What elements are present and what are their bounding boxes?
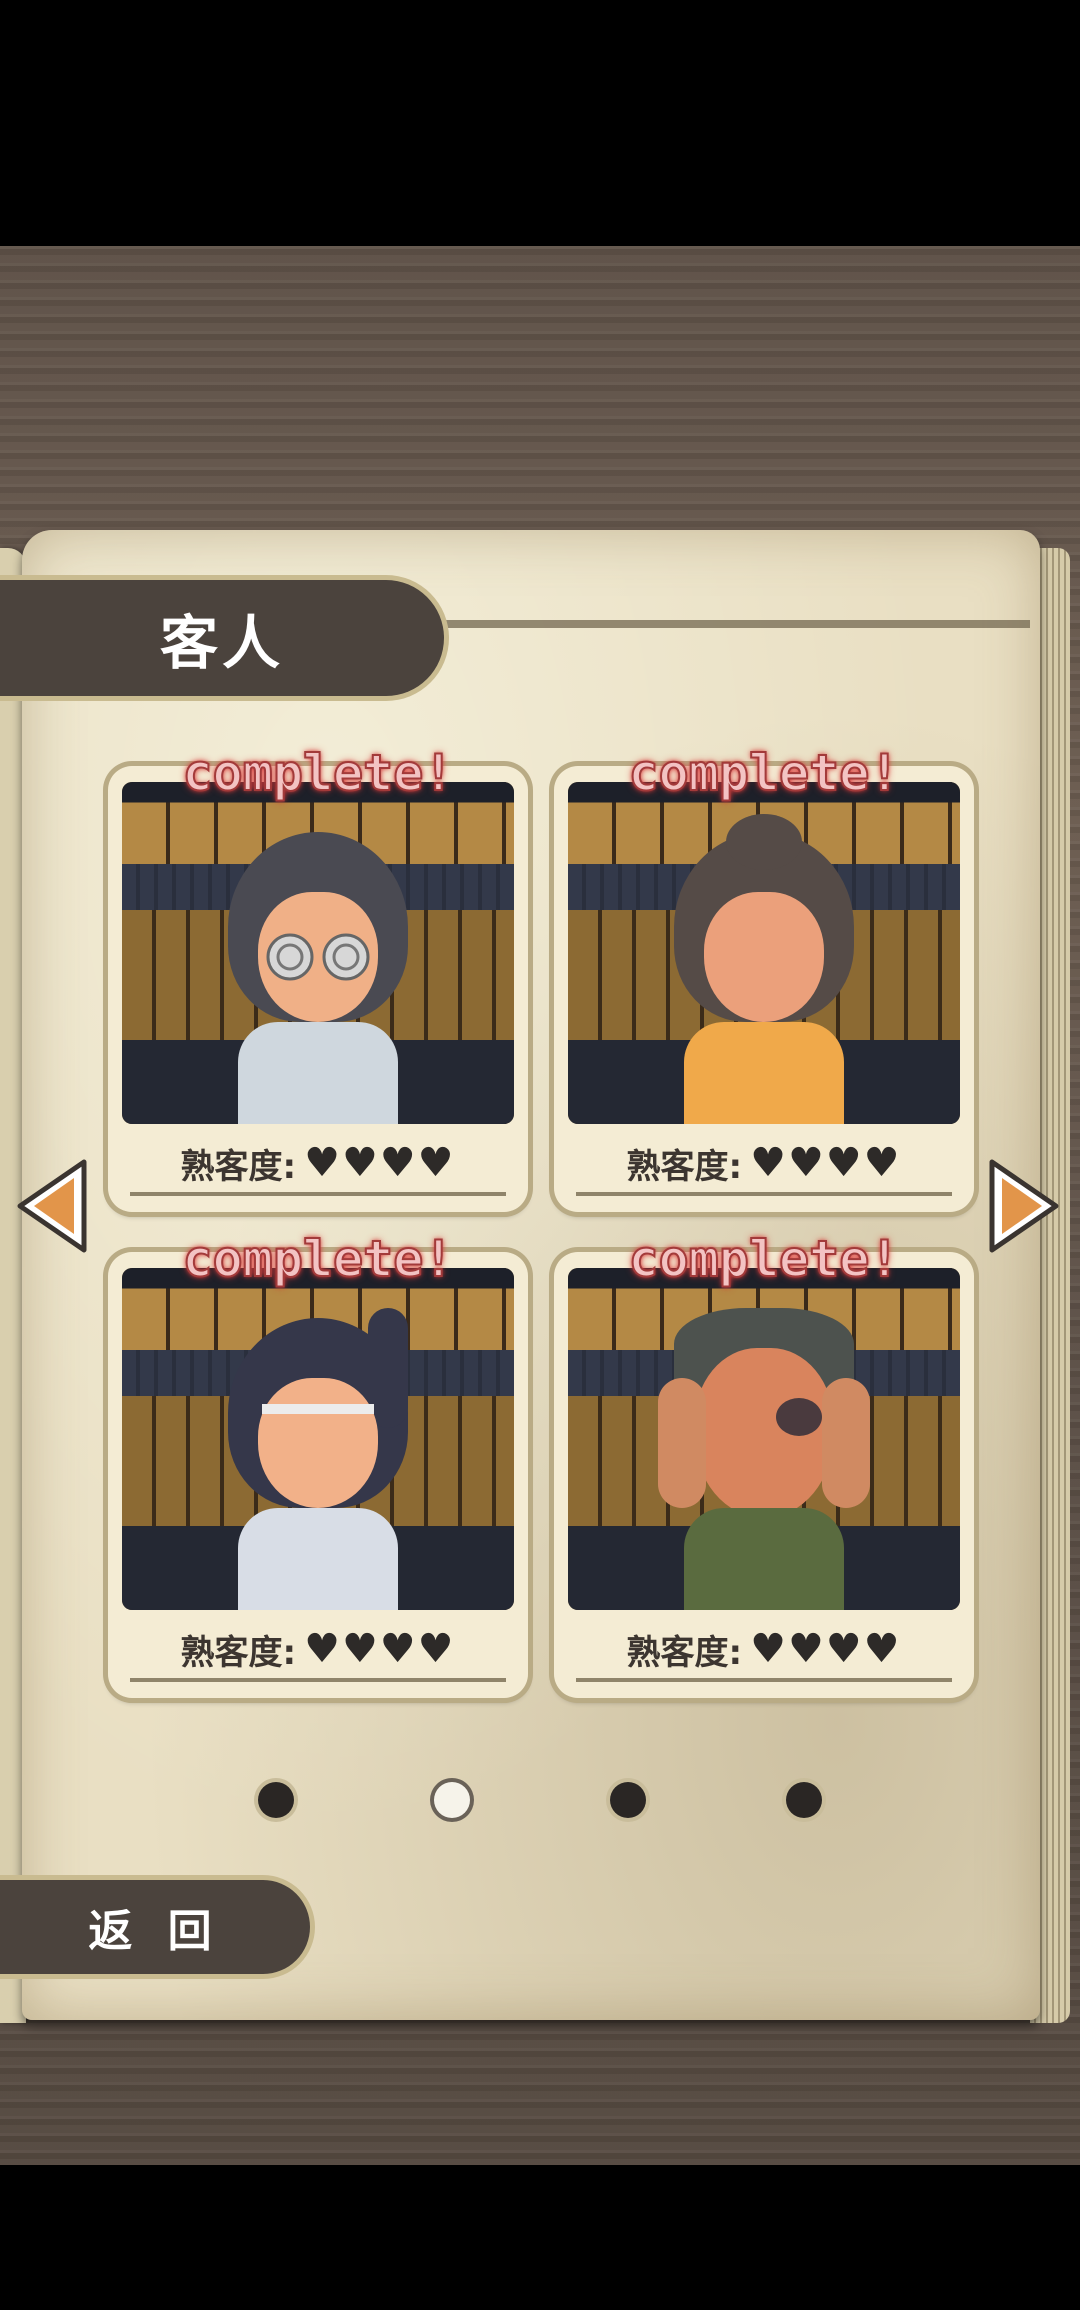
- customer-card-2[interactable]: complete! 熟客度: ♥♥♥♥: [554, 743, 974, 1212]
- familiarity-label: 熟客度:: [180, 1146, 297, 1187]
- page-indicator: [0, 1782, 1080, 1822]
- character-figure: [658, 1308, 870, 1610]
- divider: [130, 1192, 506, 1196]
- familiarity-label: 熟客度:: [626, 1632, 743, 1673]
- status-bar-area: [0, 0, 1080, 246]
- page-title-tab: 客人: [0, 580, 444, 696]
- complete-badge: complete!: [628, 1229, 901, 1289]
- navigation-bar-area: [0, 2165, 1080, 2310]
- customer-portrait: [568, 782, 960, 1124]
- customer-card-1[interactable]: complete! 熟客度: ♥♥♥♥: [108, 743, 528, 1212]
- customer-card-3[interactable]: complete! 熟客度: ♥♥♥♥: [108, 1229, 528, 1698]
- next-page-arrow-icon[interactable]: [986, 1156, 1064, 1256]
- customer-portrait: [568, 1268, 960, 1610]
- character-figure: [664, 814, 864, 1124]
- page-header-rule: [440, 620, 1030, 628]
- familiarity-label: 熟客度:: [180, 1632, 297, 1673]
- divider: [130, 1678, 506, 1682]
- complete-badge: complete!: [182, 1229, 455, 1289]
- customer-portrait: [122, 1268, 514, 1610]
- character-figure: [218, 1308, 418, 1610]
- familiarity-label: 熟客度:: [626, 1146, 743, 1187]
- page-dot-3[interactable]: [610, 1782, 646, 1818]
- customer-portrait: [122, 782, 514, 1124]
- customer-card-4[interactable]: complete! 熟客度: ♥♥♥♥: [554, 1229, 974, 1698]
- page-dot-2-active[interactable]: [434, 1782, 470, 1818]
- prev-page-arrow-icon[interactable]: [12, 1156, 90, 1256]
- character-figure: [218, 822, 418, 1124]
- complete-badge: complete!: [182, 743, 455, 803]
- back-button-label: 返 回: [88, 1906, 222, 1957]
- heart-rating: ♥♥♥♥: [304, 1626, 456, 1672]
- complete-badge: complete!: [628, 743, 901, 803]
- page-dot-4[interactable]: [786, 1782, 822, 1818]
- page-dot-1[interactable]: [258, 1782, 294, 1818]
- heart-rating: ♥♥♥♥: [304, 1140, 456, 1186]
- back-button[interactable]: 返 回: [0, 1880, 310, 1974]
- page-title: 客人: [159, 609, 284, 677]
- divider: [576, 1192, 952, 1196]
- heart-rating: ♥♥♥♥: [750, 1626, 902, 1672]
- spiral-glasses-icon: [266, 933, 370, 981]
- divider: [576, 1678, 952, 1682]
- heart-rating: ♥♥♥♥: [750, 1140, 902, 1186]
